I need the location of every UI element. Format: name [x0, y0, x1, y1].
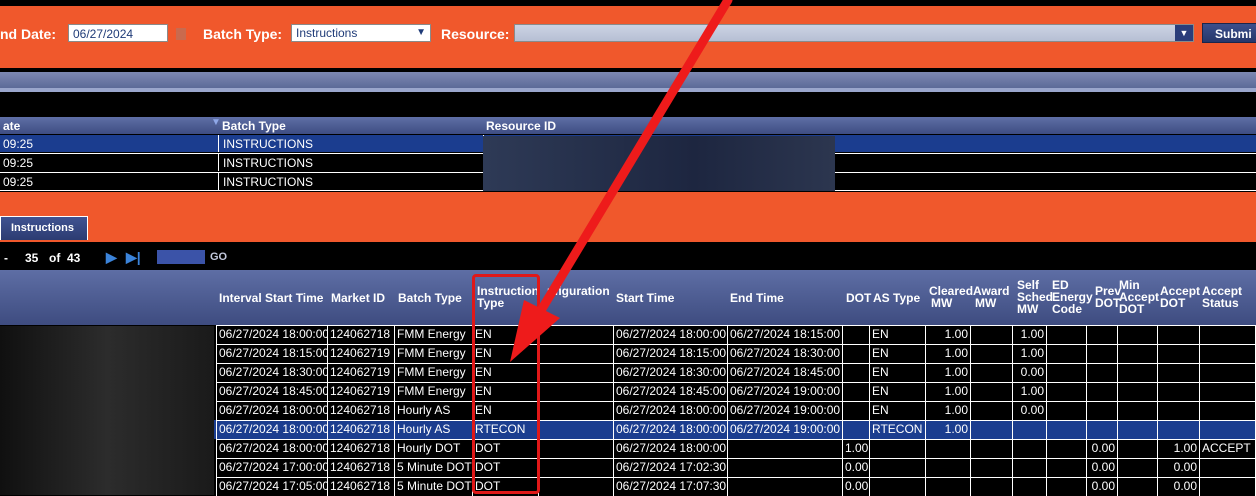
- annotation-arrow-head: [510, 300, 560, 362]
- annotation-arrow-shaft: [523, 0, 733, 337]
- annotation-arrow: [510, 0, 733, 362]
